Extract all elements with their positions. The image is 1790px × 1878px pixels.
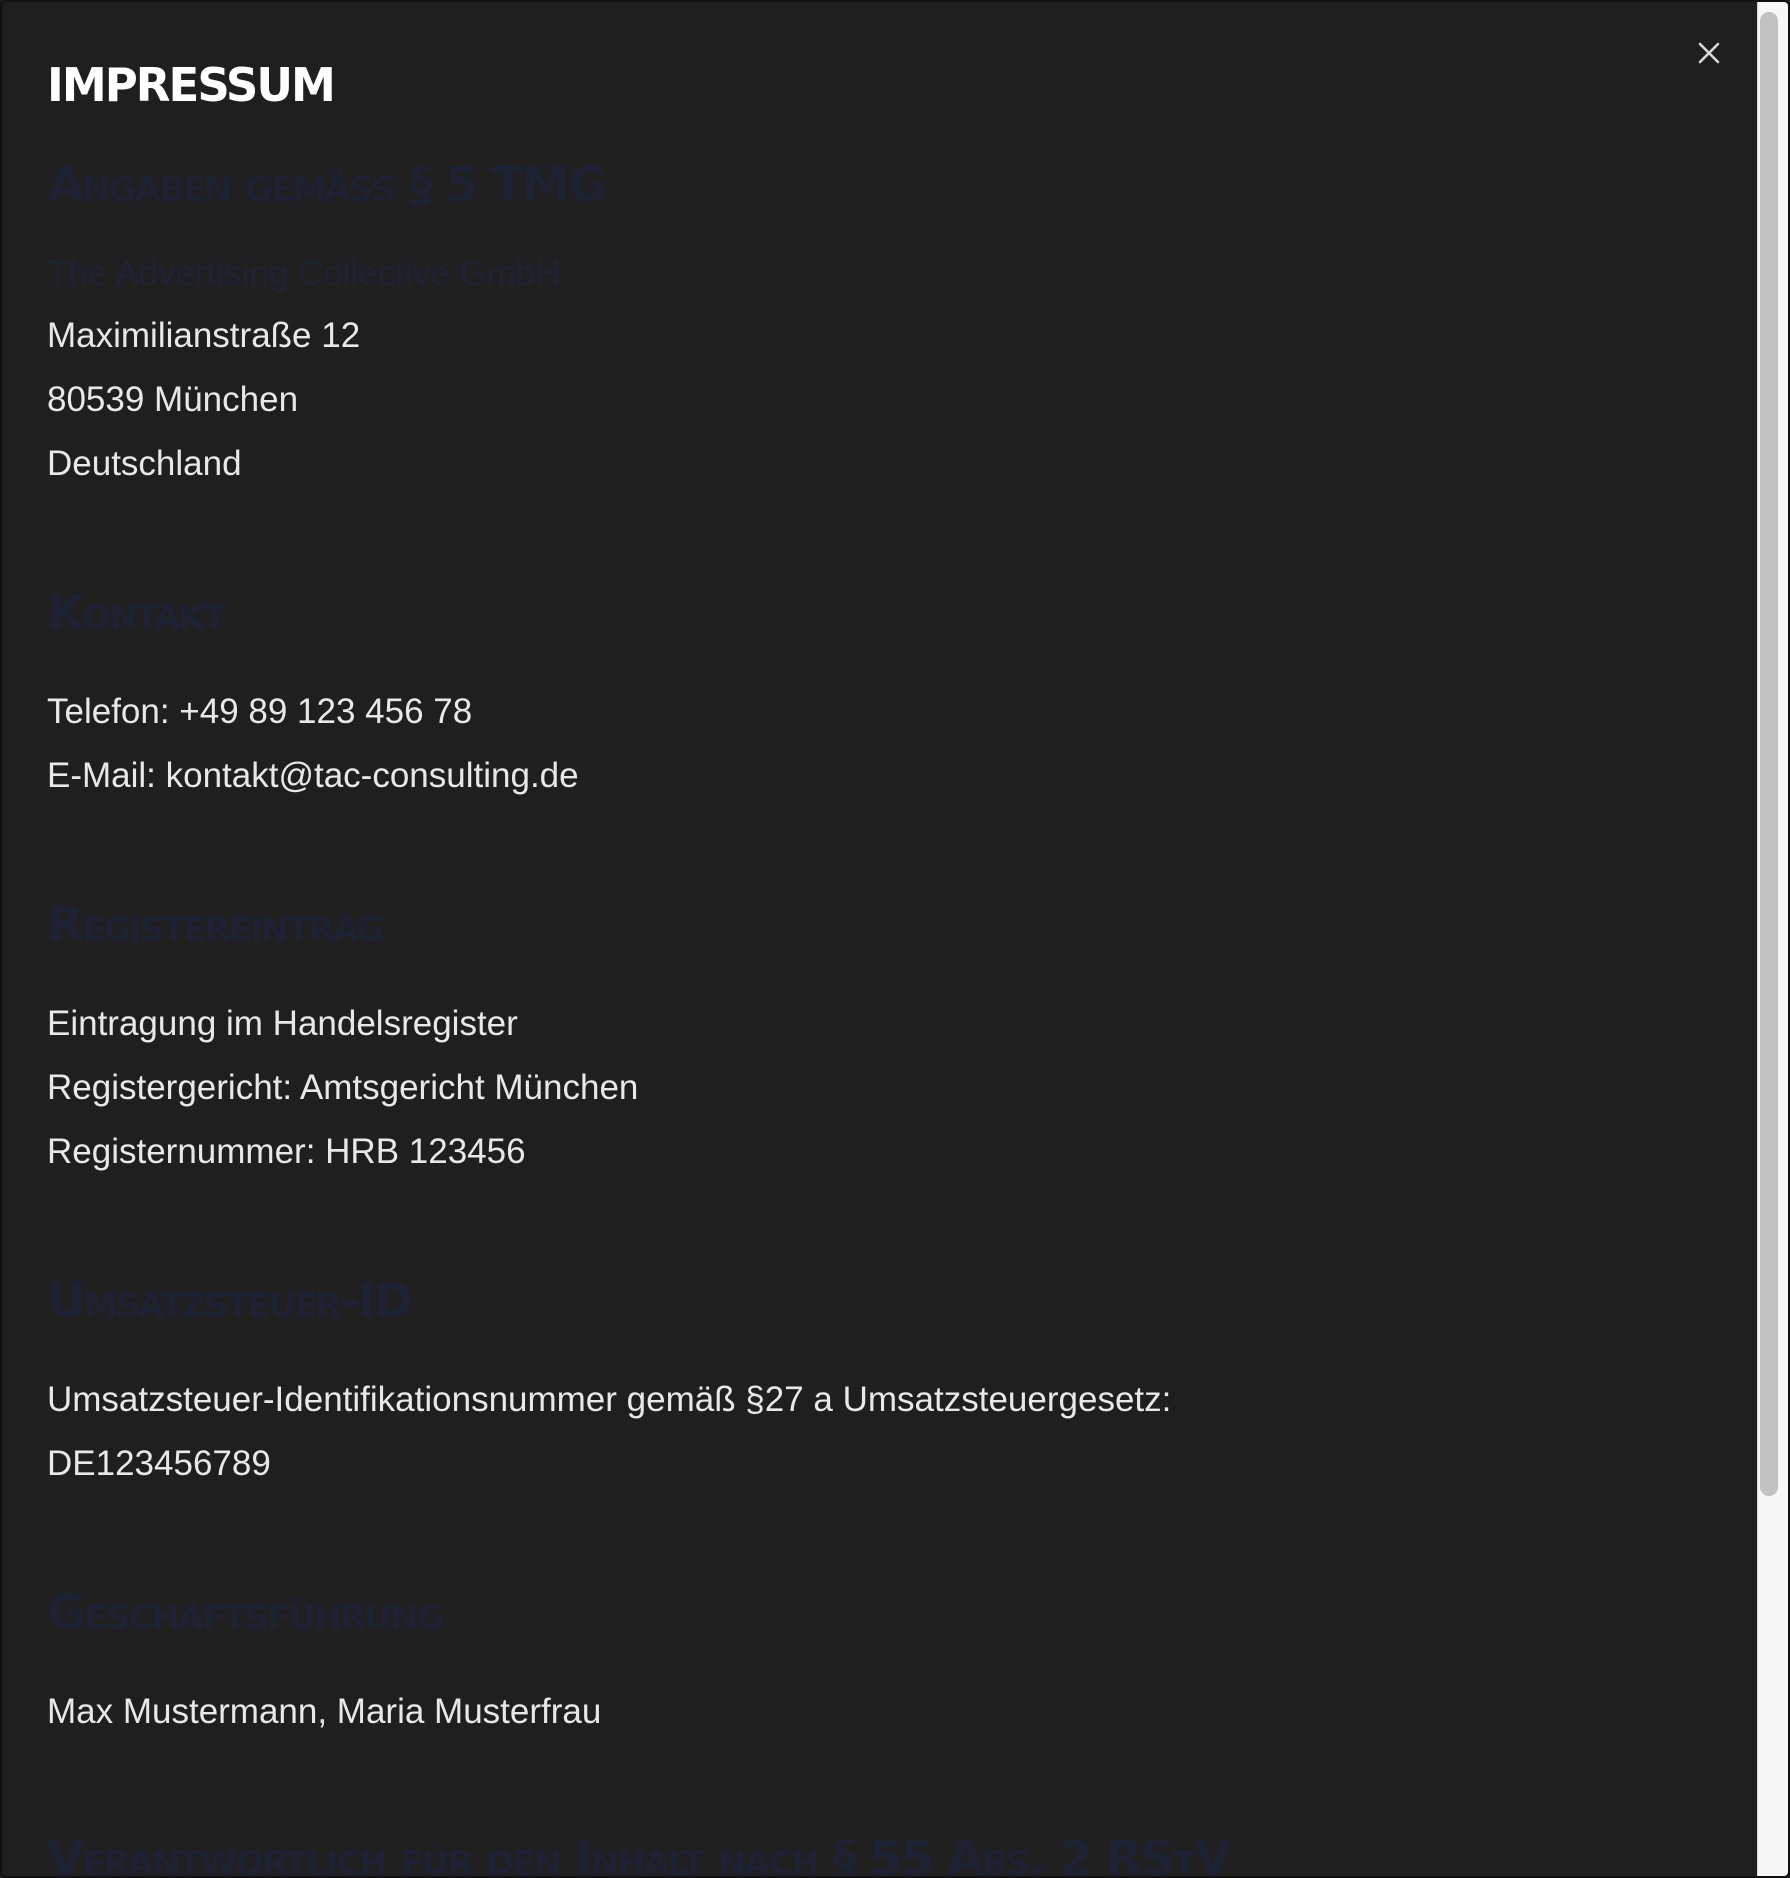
managing-directors: Max Mustermann, Maria Musterfrau — [47, 1692, 602, 1731]
section-heading-angaben: Angaben gemäß § 5 TMG — [47, 157, 607, 213]
contact-phone: Telefon: +49 89 123 456 78 — [47, 692, 473, 731]
impressum-modal: IMPRESSUM Angaben gemäß § 5 TMG The Adve… — [2, 2, 1757, 1878]
close-icon — [1698, 42, 1720, 64]
address-city: 80539 München — [47, 380, 299, 419]
address-street: Maximilianstraße 12 — [47, 316, 361, 355]
modal-content: IMPRESSUM Angaben gemäß § 5 TMG The Adve… — [47, 58, 1707, 1878]
section-heading-kontakt: Kontakt — [47, 585, 226, 641]
section-heading-geschaeftsfuehrung: Geschäftsführung — [47, 1585, 444, 1641]
vat-label: Umsatzsteuer-Identifikationsnummer gemäß… — [47, 1380, 1172, 1419]
section-heading-registereintrag: Registereintrag — [47, 897, 385, 953]
register-court: Registergericht: Amtsgericht München — [47, 1068, 639, 1107]
contact-email[interactable]: E-Mail: kontakt@tac-consulting.de — [47, 744, 1707, 808]
scrollbar-thumb[interactable] — [1760, 12, 1778, 1496]
vat-number: DE123456789 — [47, 1444, 271, 1483]
section-heading-verantwortlich: Verantwortlich für den Inhalt nach § 55 … — [47, 1831, 1231, 1878]
address-country: Deutschland — [47, 444, 242, 483]
section-heading-umsatzsteuer: Umsatzsteuer-ID — [47, 1273, 413, 1329]
impressum-window: IMPRESSUM Angaben gemäß § 5 TMG The Adve… — [0, 0, 1790, 1878]
close-button[interactable] — [1692, 36, 1726, 70]
company-name: The Advertising Collective GmbH — [47, 254, 561, 293]
register-entry: Eintragung im Handelsregister — [47, 1004, 518, 1043]
modal-title: IMPRESSUM — [47, 58, 336, 112]
register-number: Registernummer: HRB 123456 — [47, 1132, 526, 1171]
